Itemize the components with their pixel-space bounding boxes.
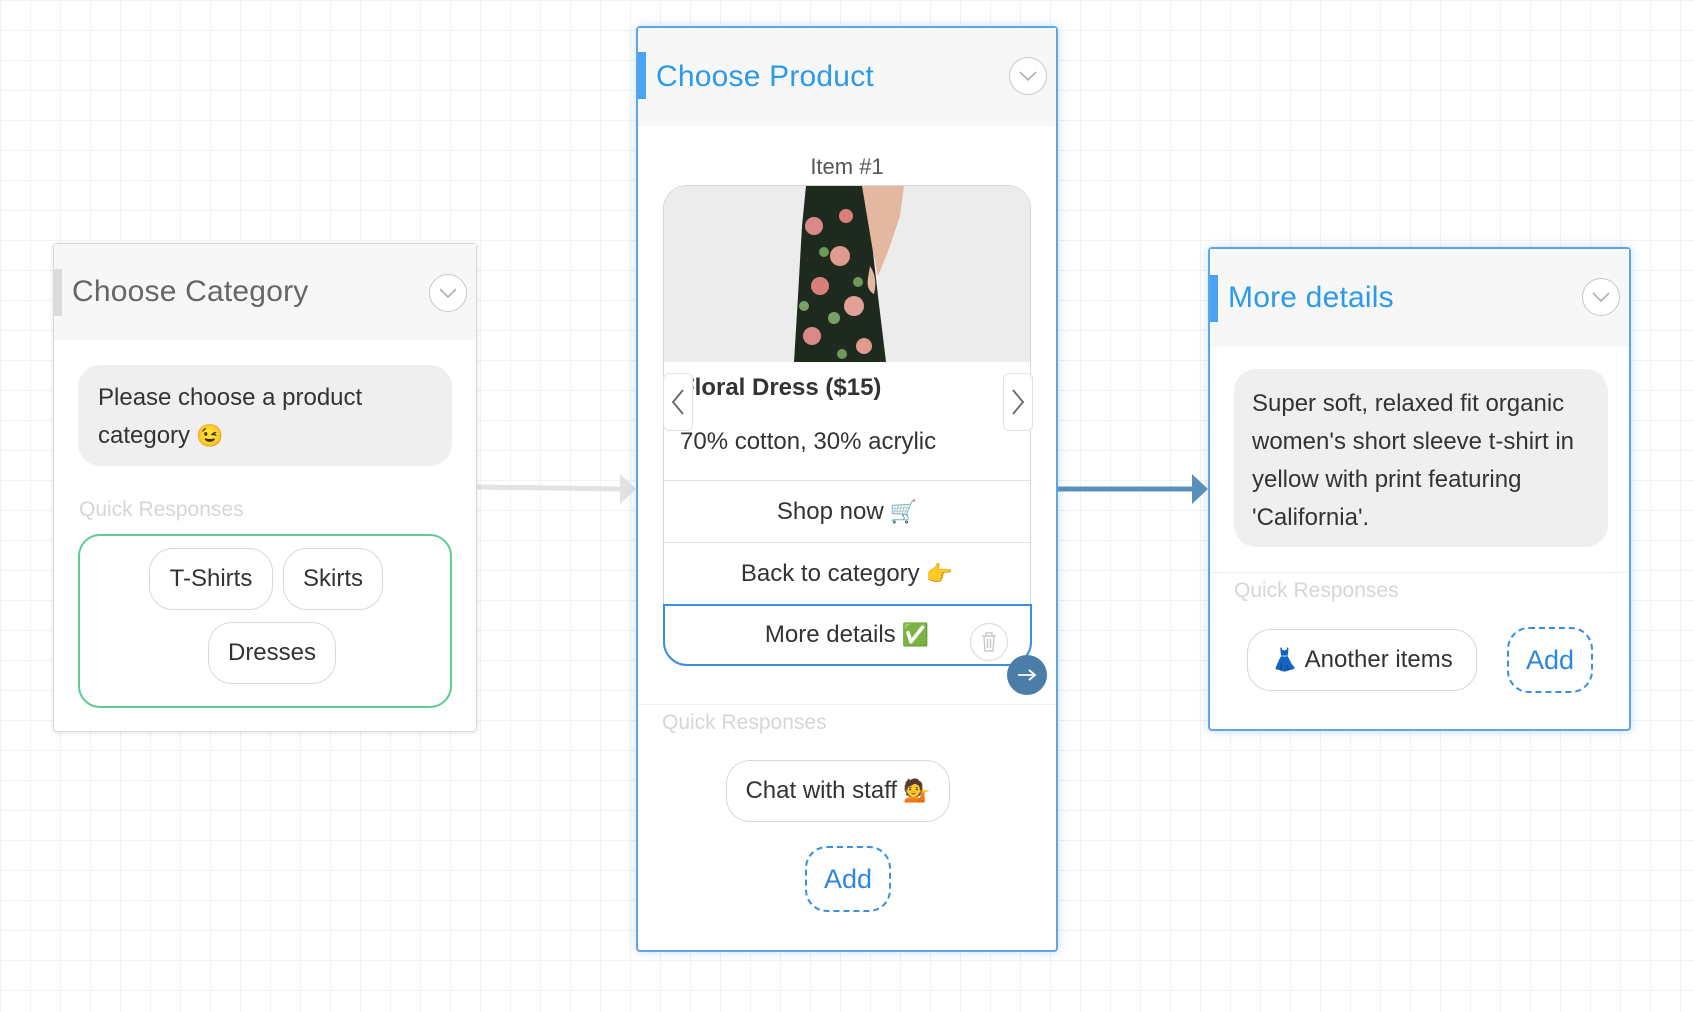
shop-now-label: Shop now — [776, 497, 884, 525]
quick-response-label: Another items — [1304, 646, 1453, 673]
quick-responses-label: Quick Responses — [1234, 579, 1399, 602]
item-label: Item #1 — [810, 154, 884, 179]
dress-photo — [664, 186, 1030, 362]
carousel-next-button[interactable] — [1003, 373, 1033, 431]
more-label: More details — [764, 621, 896, 648]
connector-category-to-product — [476, 484, 621, 492]
connect-handle[interactable] — [1007, 655, 1047, 695]
chevron-down-icon — [439, 288, 457, 299]
dress-emoji: 👗 — [1271, 647, 1299, 672]
node-header[interactable]: More details — [1210, 249, 1629, 347]
chevron-left-icon — [671, 389, 684, 415]
collapse-button[interactable] — [429, 274, 467, 312]
message-text: Please choose a product category — [98, 384, 363, 449]
product-subtitle: 70% cotton, 30% acrylic — [680, 428, 937, 455]
node-accent-bar — [1210, 275, 1218, 322]
staff-emoji: 💁 — [903, 778, 931, 803]
carousel-prev-button[interactable] — [663, 373, 693, 431]
node-accent-bar — [638, 52, 646, 99]
chevron-down-icon — [1019, 71, 1037, 82]
chevron-down-icon — [1592, 292, 1610, 303]
delete-button[interactable] — [970, 623, 1008, 661]
quick-response-label: Chat with staff — [745, 777, 898, 804]
add-quick-response-button[interactable]: Add — [1507, 627, 1593, 693]
node-header[interactable]: Choose Category — [54, 244, 476, 340]
add-quick-response-button[interactable]: Add — [805, 846, 891, 912]
node-title: More details — [1228, 281, 1394, 314]
node-title: Choose Product — [656, 60, 874, 93]
product-image[interactable] — [664, 186, 1030, 362]
quick-response-tshirts[interactable]: T-Shirts — [149, 548, 273, 610]
divider — [638, 704, 1056, 705]
back-to-category-button[interactable]: Back to category 👉 — [664, 542, 1030, 604]
connector-arrowhead — [1192, 474, 1208, 504]
cart-icon: 🛒 — [889, 498, 918, 524]
arrow-right-icon — [1018, 669, 1037, 681]
message-bubble[interactable]: Super soft, relaxed fit organic women's … — [1234, 369, 1608, 547]
trash-icon — [982, 632, 996, 652]
node-accent-bar — [54, 269, 62, 316]
quick-response-another-items[interactable]: 👗 Another items — [1247, 629, 1477, 691]
collapse-button[interactable] — [1009, 57, 1047, 95]
check-mark-icon: ✅ — [901, 622, 930, 647]
node-choose-category[interactable]: Choose Category Please choose a product … — [53, 243, 477, 732]
quick-response-chat-with-staff[interactable]: Chat with staff 💁 — [726, 760, 950, 822]
node-more-details[interactable]: More details Super soft, relaxed fit org… — [1208, 247, 1631, 731]
quick-responses-label: Quick Responses — [662, 711, 827, 734]
product-title: Floral Dress ($15) — [680, 374, 882, 401]
quick-responses-label: Quick Responses — [79, 498, 244, 521]
divider — [1210, 572, 1629, 573]
collapse-button[interactable] — [1582, 278, 1620, 316]
node-header[interactable]: Choose Product — [638, 28, 1056, 126]
wink-emoji: 😉 — [196, 423, 224, 448]
pointing-hand-icon: 👉 — [925, 560, 954, 586]
message-bubble[interactable]: Please choose a product category 😉 — [78, 365, 452, 466]
product-card[interactable]: Floral Dress ($15) 70% cotton, 30% acryl… — [662, 185, 1047, 695]
node-title: Choose Category — [72, 275, 309, 308]
quick-response-dresses[interactable]: Dresses — [208, 622, 336, 684]
quick-response-skirts[interactable]: Skirts — [283, 548, 383, 610]
node-choose-product[interactable]: Choose Product Item #1 Floral Dress ($15… — [636, 26, 1058, 952]
shop-now-button[interactable]: Shop now 🛒 — [664, 480, 1030, 542]
chevron-right-icon — [1012, 389, 1025, 415]
connector-arrowhead — [620, 474, 636, 504]
quick-responses-group[interactable]: T-Shirts Skirts Dresses — [78, 534, 452, 708]
back-label: Back to category — [740, 559, 920, 587]
